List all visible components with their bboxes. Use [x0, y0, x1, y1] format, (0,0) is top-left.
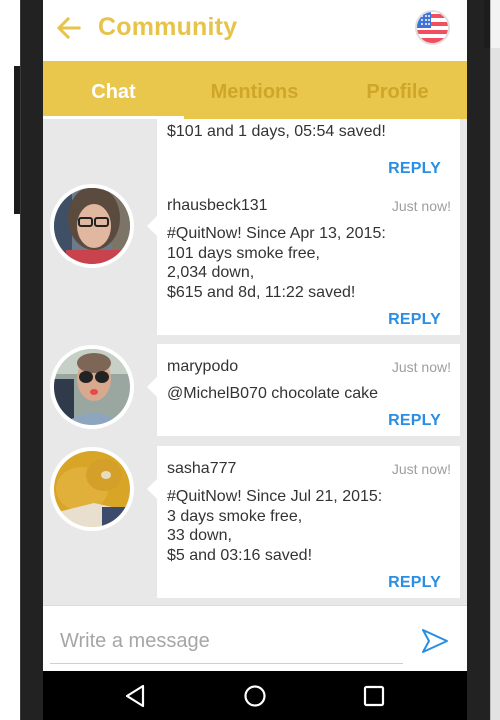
us-flag-icon[interactable] [415, 10, 450, 45]
message-composer [43, 605, 467, 671]
message-bubble: sasha777 Just now! #QuitNow! Since Jul 2… [147, 446, 460, 598]
nav-back-icon[interactable] [123, 683, 149, 709]
message-bubble: $101 and 1 days, 05:54 saved! REPLY [157, 119, 460, 184]
message-body: #QuitNow! Since Jul 21, 2015: 3 days smo… [167, 488, 383, 564]
send-icon[interactable] [421, 628, 449, 654]
nav-recent-apps-icon[interactable] [361, 683, 387, 709]
message-body: @MichelB070 chocolate cake [167, 385, 379, 402]
message-username[interactable]: sasha777 [167, 460, 236, 478]
message-username[interactable]: marypodo [167, 358, 238, 376]
message-bubble: marypodo Just now! @MichelB070 chocolate… [147, 344, 460, 436]
bubble-tail [147, 377, 157, 397]
avatar[interactable] [50, 345, 134, 429]
page-title: Community [98, 13, 238, 41]
avatar[interactable] [50, 447, 134, 531]
list-item: sasha777 Just now! #QuitNow! Since Jul 2… [43, 446, 467, 598]
list-item: rhausbeck131 Just now! #QuitNow! Since A… [43, 183, 467, 335]
arrow-left-icon[interactable] [55, 14, 83, 42]
message-username[interactable]: rhausbeck131 [167, 197, 268, 215]
reply-button[interactable]: REPLY [388, 574, 441, 592]
reply-button[interactable]: REPLY [388, 160, 441, 178]
tab-profile[interactable]: Profile [327, 61, 467, 116]
bubble-tail [147, 216, 157, 236]
reply-button[interactable]: REPLY [388, 412, 441, 430]
list-item: $101 and 1 days, 05:54 saved! REPLY [43, 119, 467, 184]
chat-message-list[interactable]: $101 and 1 days, 05:54 saved! REPLY rhau… [43, 119, 467, 605]
nav-home-icon[interactable] [242, 683, 268, 709]
app-bar: Community [43, 0, 467, 61]
message-timestamp: Just now! [391, 198, 451, 214]
message-input[interactable] [50, 620, 403, 664]
list-item: marypodo Just now! @MichelB070 chocolate… [43, 344, 467, 436]
phone-frame-left [20, 0, 43, 720]
message-bubble: rhausbeck131 Just now! #QuitNow! Since A… [147, 183, 460, 335]
background-strip [490, 0, 500, 720]
message-timestamp: Just now! [391, 461, 451, 477]
message-body: #QuitNow! Since Apr 13, 2015: 101 days s… [167, 225, 386, 301]
avatar[interactable] [50, 184, 134, 268]
message-timestamp: Just now! [391, 359, 451, 375]
tab-chat[interactable]: Chat [43, 61, 184, 116]
tab-bar: Chat Mentions Profile [43, 61, 467, 119]
reply-button[interactable]: REPLY [388, 311, 441, 329]
tab-mentions[interactable]: Mentions [184, 61, 325, 116]
message-body: $101 and 1 days, 05:54 saved! [167, 123, 386, 140]
app-screen: Community Chat Mentions Profile $101 and… [43, 0, 467, 720]
bubble-tail [147, 479, 157, 499]
phone-frame-right [467, 0, 490, 720]
system-nav-bar [43, 671, 467, 720]
